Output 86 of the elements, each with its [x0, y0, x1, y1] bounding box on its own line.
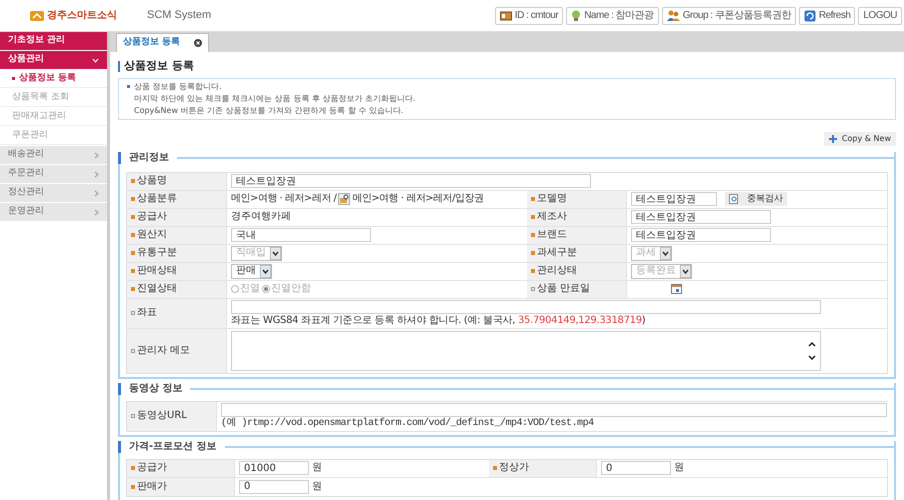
field-label: 공급가 [137, 463, 167, 473]
field-label: 판매가 [137, 482, 167, 492]
section-legend: 동영상 정보 [129, 384, 182, 394]
unit-label: 원 [674, 463, 684, 473]
page-tab[interactable]: 상품정보 등록 [116, 33, 210, 52]
text-input[interactable]: 테스트입장권 [231, 174, 591, 188]
text-input[interactable] [221, 402, 887, 416]
bullet-icon [127, 85, 130, 88]
field-label: 브랜드 [537, 230, 567, 240]
field-label: 공급사 [137, 212, 167, 222]
chevron-down-icon [270, 246, 281, 260]
bullet-icon [12, 77, 15, 80]
sidebar-menu-item[interactable]: 운영관리 [0, 203, 107, 221]
chevron-down-icon [92, 58, 99, 62]
section-legend: 가격-프로모션 정보 [129, 442, 217, 452]
duplicate-check-button[interactable]: 중복검사 [725, 192, 787, 206]
category-path: 메인>여행 · 레저>레저/입장권 [352, 194, 484, 204]
chevron-down-icon [260, 264, 271, 278]
field-label: 상품명 [137, 176, 167, 186]
chevron-right-icon [94, 208, 99, 216]
chevron-right-icon [94, 152, 99, 158]
field-label: 판매상태 [137, 266, 177, 276]
field-label: 관리자 메모 [137, 346, 190, 356]
id-card-icon [500, 10, 512, 20]
logo-icon [30, 10, 44, 20]
sidebar-menu-item[interactable]: 주문관리 [0, 165, 107, 183]
logout-button[interactable]: LOGOU [858, 6, 902, 24]
copy-new-button[interactable]: Copy & New [824, 132, 896, 146]
scroll-arrows-icon [808, 340, 816, 362]
radio-label: 진열 [240, 284, 260, 294]
field-label: 제조사 [537, 212, 567, 222]
sidebar-subitem[interactable]: 상품정보 등록 [0, 70, 107, 88]
page-title: 상품정보 등록 [124, 58, 194, 74]
coordinate-hint: 좌표는 WGS84 좌표계 기준으로 등록 하셔야 합니다. (예: 불국사, 35.7904149,129.3318719) [231, 314, 646, 326]
search-icon [729, 194, 739, 204]
chevron-right-icon [94, 170, 99, 178]
account-info-button[interactable]: ID : cmtour [494, 6, 564, 24]
text-input[interactable]: 0 [239, 480, 309, 494]
text-input[interactable]: 0 [601, 461, 671, 475]
info-text: 상품 정보를 등록합니다. [134, 80, 222, 92]
chevron-down-icon [660, 246, 671, 260]
app-title: SCM System [147, 8, 212, 24]
logo-text: 경주스마트소식 [47, 9, 117, 23]
account-info-button[interactable]: Group : 쿠폰상품등록권한 [662, 6, 796, 24]
radio-label: 진열안함 [271, 284, 311, 294]
field-label: 과세구분 [537, 248, 577, 258]
field-label: 좌표 [137, 308, 157, 318]
field-label: 진열상태 [137, 284, 177, 294]
chevron-right-icon [94, 190, 99, 196]
close-icon[interactable] [194, 39, 202, 47]
field-label: 상품 만료일 [537, 284, 590, 294]
text-input[interactable]: 테스트입장권 [631, 192, 717, 206]
refresh-icon [804, 10, 816, 22]
text-input[interactable]: 테스트입장권 [631, 210, 771, 224]
field-label: 상품분류 [137, 194, 177, 204]
field-label: 모델명 [537, 194, 567, 204]
unit-label: 원 [312, 463, 322, 473]
text-input[interactable]: 테스트입장권 [631, 228, 771, 242]
category-path: 메인>여행 · 레저>레저 / [231, 194, 336, 204]
calendar-icon[interactable] [671, 284, 682, 294]
sidebar-menu-item[interactable]: 배송관리 [0, 146, 107, 164]
info-text: Copy&New 버튼은 기존 상품정보를 가져와 간편하게 등록 할 수 있습니다. [134, 104, 404, 116]
refresh-button[interactable]: Refresh [798, 6, 856, 24]
sidebar-menu-item[interactable]: 상품관리 [0, 51, 107, 69]
sidebar-menu-item[interactable]: 정산관리 [0, 184, 107, 202]
text-input[interactable]: 01000 [239, 461, 309, 475]
text-input[interactable]: 국내 [231, 228, 371, 242]
folder-search-icon[interactable] [338, 193, 350, 205]
field-label: 유통구분 [137, 248, 177, 258]
account-info-button[interactable]: Name : 참마관광 [566, 6, 659, 24]
field-label: 원산지 [137, 230, 167, 240]
info-text: 마지막 하단에 있는 체크를 체크시에는 상품 등록 후 상품정보가 초기화됩니다. [134, 92, 416, 104]
text-input[interactable] [231, 300, 821, 314]
select-field[interactable]: 판매 [231, 264, 272, 278]
plus-icon [828, 134, 837, 142]
chevron-down-icon [680, 264, 691, 278]
lightbulb-icon [571, 10, 582, 22]
field-label: 동영상URL [137, 411, 187, 421]
sidebar-menu-item[interactable]: 기초정보 관리 [0, 32, 107, 50]
section-legend: 관리정보 [129, 152, 169, 162]
users-icon [666, 10, 680, 21]
unit-label: 원 [312, 482, 322, 492]
url-hint: (예 )rtmp://vod.opensmartplatform.com/vod/_definst_/mp4:VOD/test.mp4 [221, 418, 595, 430]
field-label: 정상가 [499, 463, 529, 473]
field-value: 경주여행카페 [231, 212, 291, 222]
field-label: 관리상태 [537, 266, 577, 276]
